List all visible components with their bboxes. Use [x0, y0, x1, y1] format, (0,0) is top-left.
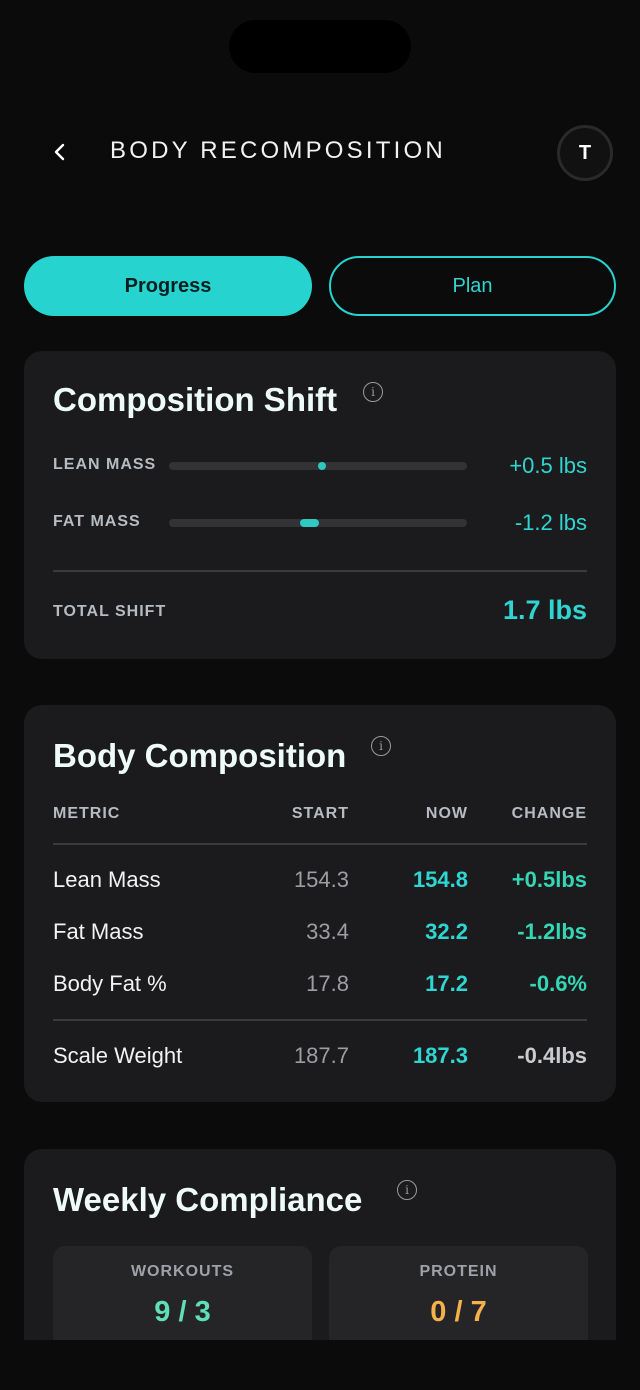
bottom-fade [0, 1340, 640, 1390]
metric-now: 32.2 [425, 919, 468, 944]
stat-value: 0 / 7 [430, 1296, 487, 1328]
divider [53, 570, 587, 572]
composition-shift-card: Composition Shift i LEAN MASS +0.5 lbs F… [24, 351, 616, 659]
fat-mass-bar [169, 519, 467, 527]
table-row: Body Fat % 17.8 17.2 -0.6% [53, 971, 587, 1003]
info-icon[interactable]: i [397, 1180, 417, 1200]
stat-value: 9 / 3 [154, 1296, 211, 1328]
column-header-now: NOW [425, 805, 468, 822]
avatar-initial: T [578, 141, 592, 164]
chevron-left-icon [54, 143, 65, 161]
metric-start: 187.7 [293, 1043, 349, 1068]
header: BODY RECOMPOSITION T [0, 118, 640, 188]
back-button[interactable] [44, 136, 76, 168]
info-icon[interactable]: i [363, 382, 383, 402]
card-title: Body Composition [53, 737, 347, 774]
column-header-metric: METRIC [53, 805, 121, 822]
metric-change: -1.2lbs [517, 919, 587, 944]
divider [53, 1019, 587, 1021]
shift-value: +0.5 lbs [509, 453, 587, 478]
metric-change: +0.5lbs [511, 867, 587, 892]
screen: BODY RECOMPOSITION T Progress Plan Compo… [0, 0, 640, 1390]
table-row: Lean Mass 154.3 154.8 +0.5lbs [53, 867, 587, 899]
lean-mass-row: LEAN MASS +0.5 lbs [53, 451, 587, 481]
metric-change: -0.4lbs [517, 1043, 587, 1068]
metric-now: 187.3 [412, 1043, 468, 1068]
info-icon[interactable]: i [371, 736, 391, 756]
tab-plan[interactable]: Plan [329, 256, 616, 316]
divider [53, 843, 587, 845]
metric-start: 33.4 [306, 919, 349, 944]
fat-mass-bar-fill [300, 519, 319, 527]
body-composition-card: Body Composition i METRIC START NOW CHAN… [24, 705, 616, 1102]
table-row: Fat Mass 33.4 32.2 -1.2lbs [53, 919, 587, 951]
metric-start: 17.8 [306, 971, 349, 996]
metric-start: 154.3 [293, 867, 349, 892]
avatar[interactable]: T [557, 125, 613, 181]
card-title: Weekly Compliance [53, 1181, 363, 1218]
stat-label: WORKOUTS [130, 1263, 235, 1280]
metric-now: 154.8 [412, 867, 468, 892]
shift-value: -1.2 lbs [514, 510, 587, 535]
metric-name: Lean Mass [53, 867, 161, 892]
page-title: BODY RECOMPOSITION [110, 137, 446, 164]
metric-change: -0.6% [529, 971, 587, 996]
column-header-change: CHANGE [511, 805, 587, 822]
dynamic-island [229, 20, 411, 73]
fat-mass-row: FAT MASS -1.2 lbs [53, 508, 587, 538]
segmented-tabs: Progress Plan [24, 256, 616, 316]
shift-label: LEAN MASS [53, 456, 157, 473]
metric-name: Scale Weight [53, 1043, 183, 1068]
card-title: Composition Shift [53, 381, 338, 418]
tab-progress[interactable]: Progress [24, 256, 312, 316]
table-row: Scale Weight 187.7 187.3 -0.4lbs [53, 1043, 587, 1075]
shift-label: FAT MASS [53, 513, 141, 530]
metric-name: Body Fat % [53, 971, 167, 996]
total-shift-label: TOTAL SHIFT [53, 603, 167, 620]
lean-mass-bar-fill [318, 462, 326, 470]
metric-now: 17.2 [425, 971, 468, 996]
metric-name: Fat Mass [53, 919, 144, 944]
stat-label: PROTEIN [419, 1263, 498, 1280]
lean-mass-bar [169, 462, 467, 470]
column-header-start: START [291, 805, 349, 822]
total-shift-value: 1.7 lbs [502, 595, 587, 625]
